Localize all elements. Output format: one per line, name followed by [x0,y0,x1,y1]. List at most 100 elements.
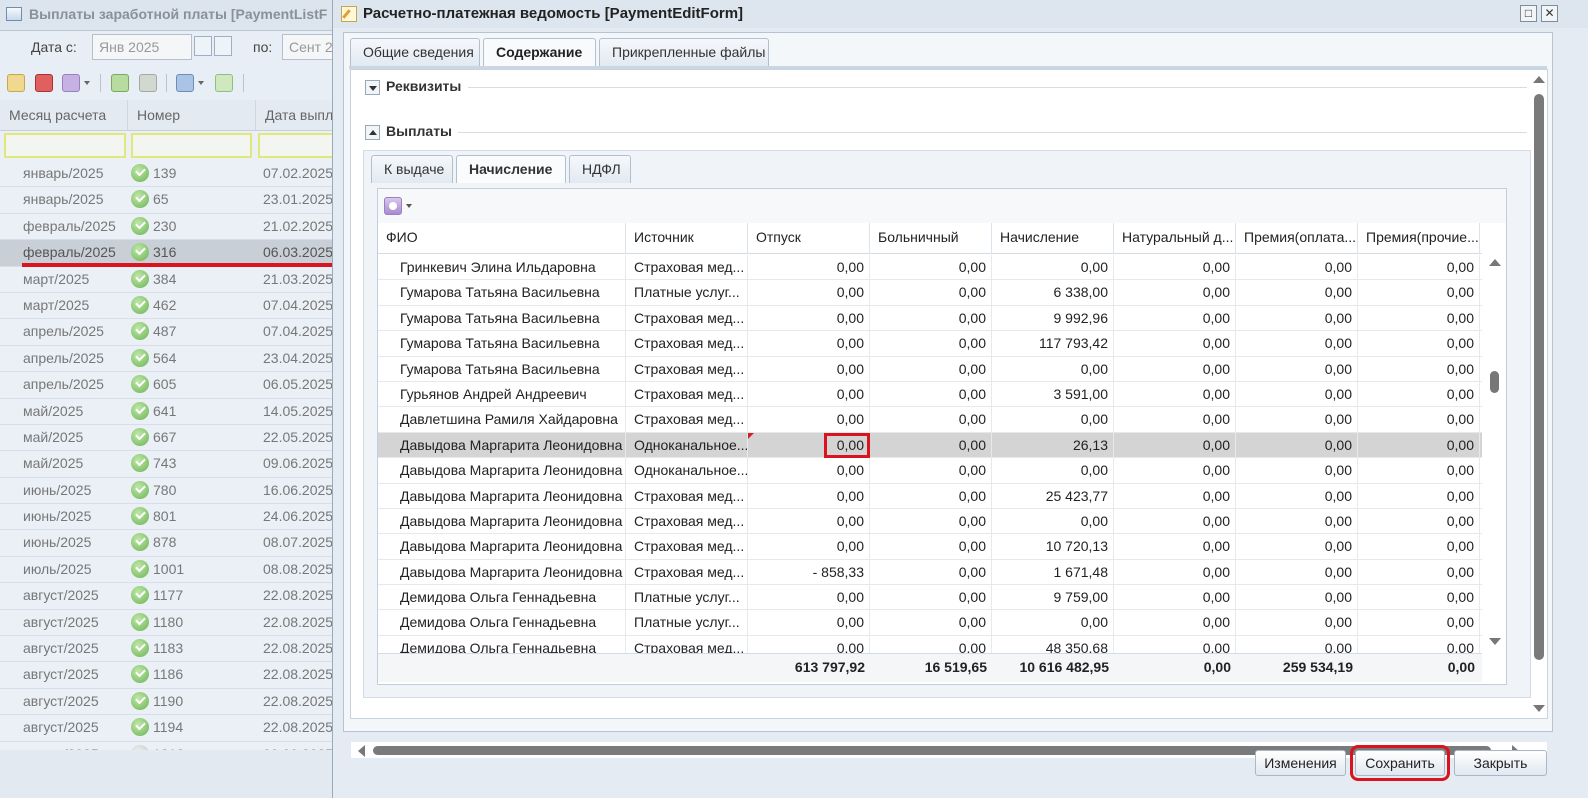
refresh-icon[interactable] [215,74,233,92]
month-filter-input[interactable] [4,133,126,158]
table-row[interactable]: август/2025 1183 22.08.2025 [0,636,340,663]
table-row[interactable]: август/2025 1194 22.08.2025 [0,715,340,742]
natural-cell[interactable]: 0,00 [1114,585,1236,611]
accrual-cell[interactable]: 26,13 [992,432,1114,458]
table-row[interactable]: Демидова Ольга Геннадьевна Платные услуг.… [378,585,1482,611]
vacation-cell[interactable]: 0,00 [748,585,870,611]
delete-icon[interactable] [35,74,53,92]
table-row[interactable]: Гумарова Татьяна Васильевна Страховая мед… [378,305,1482,332]
table-row[interactable]: июнь/2025 878 08.07.2025 [0,530,340,557]
print-icon[interactable] [176,74,194,92]
bonus-paid-cell[interactable]: 0,00 [1236,610,1358,636]
expand-toggle-icon[interactable] [365,80,380,95]
column-header-natural[interactable]: Натуральный д... [1114,223,1236,253]
table-row[interactable]: январь/2025 65 23.01.2025 [0,187,340,214]
table-row[interactable]: март/2025 462 07.04.2025 [0,293,340,320]
natural-cell[interactable]: 0,00 [1114,255,1236,280]
column-header-number[interactable]: Номер [128,100,256,130]
bonus-paid-cell[interactable]: 0,00 [1236,305,1358,331]
chevron-down-icon[interactable] [198,81,204,85]
bonus-paid-cell[interactable]: 0,00 [1236,534,1358,560]
table-row[interactable]: Давыдова Маргарита Леонидовна Одноканальн… [378,458,1482,484]
content-vertical-scrollbar[interactable] [1531,70,1547,718]
column-header-sick-leave[interactable]: Больничный [870,223,992,253]
accrual-cell[interactable]: 9 992,96 [992,305,1114,331]
accrual-cell[interactable]: 3 591,00 [992,381,1114,407]
scroll-down-icon[interactable] [1533,705,1545,712]
natural-cell[interactable]: 0,00 [1114,635,1236,653]
accrual-cell[interactable]: 0,00 [992,407,1114,433]
sick-leave-cell[interactable]: 0,00 [870,280,992,306]
table-row[interactable]: Гумарова Татьяна Васильевна Страховая мед… [378,356,1482,382]
bonus-paid-cell[interactable]: 0,00 [1236,356,1358,382]
sick-leave-cell[interactable]: 0,00 [870,508,992,534]
number-filter-input[interactable] [131,133,252,158]
table-row[interactable]: июнь/2025 801 24.06.2025 [0,504,340,531]
bonus-other-cell[interactable]: 0,00 [1358,458,1480,484]
calendar-icon[interactable] [194,36,212,56]
table-row[interactable]: Давыдова Маргарита Леонидовна Страховая м… [378,534,1482,560]
tab-ndfl[interactable]: НДФЛ [569,155,631,183]
date-filter-input[interactable] [258,133,340,158]
table-row[interactable]: август/2025 1186 22.08.2025 [0,662,340,689]
table-row[interactable]: февраль/2025 230 21.02.2025 [0,214,340,241]
vacation-cell[interactable]: 0,00 [748,407,870,433]
column-header-bonus-paid[interactable]: Премия(оплата... [1236,223,1358,253]
table-row[interactable]: Демидова Ольга Геннадьевна Платные услуг.… [378,610,1482,636]
bonus-other-cell[interactable]: 0,00 [1358,381,1480,407]
natural-cell[interactable]: 0,00 [1114,432,1236,458]
sick-leave-cell[interactable]: 0,00 [870,305,992,331]
collapse-toggle-icon[interactable] [365,125,380,140]
vacation-cell[interactable]: 0,00 [748,331,870,357]
natural-cell[interactable]: 0,00 [1114,534,1236,560]
scroll-down-icon[interactable] [1489,638,1501,645]
table-row[interactable]: январь/2025 139 07.02.2025 [0,161,340,188]
tab-to-issue[interactable]: К выдаче [371,155,453,183]
table-row[interactable]: апрель/2025 564 23.04.2025 [0,346,340,373]
vacation-cell[interactable]: 0,00 [748,255,870,280]
chevron-down-icon[interactable] [84,81,90,85]
vacation-cell[interactable]: 0,00 [748,534,870,560]
scroll-up-icon[interactable] [1533,76,1545,83]
table-row[interactable]: май/2025 743 09.06.2025 [0,451,340,478]
table-row[interactable]: Гурьянов Андрей Андреевич Страховая мед..… [378,381,1482,408]
vacation-cell[interactable]: 0,00 [748,635,870,653]
approve-icon[interactable] [111,74,129,92]
natural-cell[interactable]: 0,00 [1114,331,1236,357]
table-row[interactable]: март/2025 384 21.03.2025 [0,267,340,293]
close-window-button[interactable]: ✕ [1541,5,1558,22]
tab-accruals[interactable]: Начисление [456,155,566,183]
bonus-other-cell[interactable]: 0,00 [1358,610,1480,636]
bonus-other-cell[interactable]: 0,00 [1358,255,1480,280]
table-row[interactable]: Давыдова Маргарита Леонидовна Страховая м… [378,483,1482,509]
table-row[interactable]: август/2025 1190 22.08.2025 [0,689,340,716]
bonus-other-cell[interactable]: 0,00 [1358,585,1480,611]
bonus-other-cell[interactable]: 0,00 [1358,407,1480,433]
sick-leave-cell[interactable]: 0,00 [870,356,992,382]
bonus-paid-cell[interactable]: 0,00 [1236,483,1358,509]
bonus-paid-cell[interactable]: 0,00 [1236,432,1358,458]
table-row[interactable]: Гринкевич Элина Ильдаровна Страховая мед.… [378,255,1482,281]
table-row[interactable]: Гумарова Татьяна Васильевна Платные услуг… [378,280,1482,306]
accrual-cell[interactable]: 0,00 [992,356,1114,382]
sick-leave-cell[interactable]: 0,00 [870,534,992,560]
bonus-paid-cell[interactable]: 0,00 [1236,508,1358,534]
column-header-month[interactable]: Месяц расчета [0,100,128,130]
bonus-other-cell[interactable]: 0,00 [1358,508,1480,534]
natural-cell[interactable]: 0,00 [1114,280,1236,306]
accrual-cell[interactable]: 25 423,77 [992,483,1114,509]
vacation-cell[interactable]: 0,00 [824,432,870,458]
accrual-cell[interactable]: 117 793,42 [992,331,1114,357]
maximize-button[interactable]: □ [1520,5,1537,22]
bonus-other-cell[interactable]: 0,00 [1358,635,1480,653]
chevron-down-icon[interactable] [406,204,412,208]
natural-cell[interactable]: 0,00 [1114,610,1236,636]
table-row[interactable]: май/2025 641 14.05.2025 [0,399,340,425]
tab-general[interactable]: Общие сведения [350,38,480,66]
accrual-cell[interactable]: 0,00 [992,255,1114,280]
gear-icon[interactable] [384,197,402,215]
vacation-cell[interactable]: 0,00 [748,356,870,382]
bonus-paid-cell[interactable]: 0,00 [1236,381,1358,407]
sick-leave-cell[interactable]: 0,00 [870,610,992,636]
bonus-other-cell[interactable]: 0,00 [1358,356,1480,382]
